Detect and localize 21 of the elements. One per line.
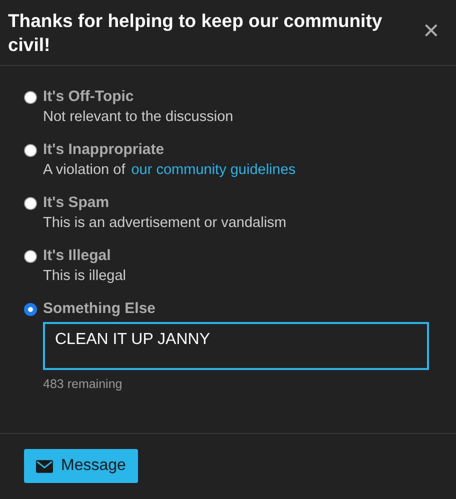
radio-button[interactable]	[24, 144, 37, 157]
message-field[interactable]: CLEAN IT UP JANNY	[43, 322, 429, 370]
option-label: It's Inappropriate	[43, 141, 166, 159]
option-label: Something Else	[43, 300, 157, 318]
remaining-count: 483 remaining	[43, 377, 124, 391]
option-description: This is illegal	[43, 267, 126, 286]
guidelines-link[interactable]: our community guidelines	[131, 159, 296, 181]
option-description: Not relevant to the discussion	[43, 108, 234, 127]
dialog-title: Thanks for helping to keep our community civil!	[8, 9, 384, 57]
radio-button[interactable]	[24, 250, 37, 263]
message-button[interactable]: Message	[24, 449, 138, 483]
radio-button[interactable]	[24, 91, 37, 104]
option-description: This is an advertisement or vandalism	[43, 214, 286, 233]
radio-button[interactable]	[24, 197, 37, 210]
option-description: A violation of	[43, 161, 126, 180]
radio-button[interactable]	[24, 303, 37, 316]
envelope-icon	[36, 460, 53, 472]
option-label: It's Spam	[43, 194, 110, 212]
option-label: It's Off-Topic	[43, 88, 135, 106]
close-button[interactable]: ✕	[422, 21, 440, 42]
option-label: It's Illegal	[43, 247, 112, 265]
